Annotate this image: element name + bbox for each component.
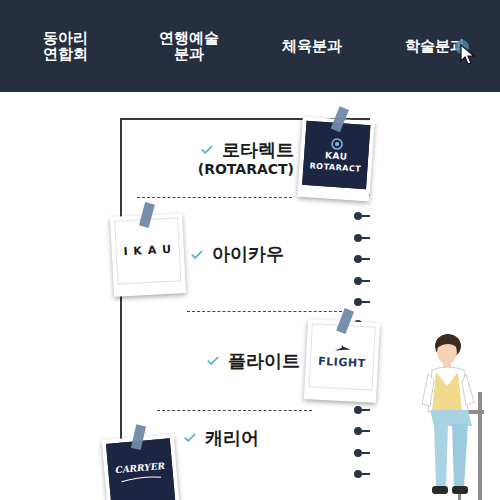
divider	[137, 197, 292, 198]
check-icon	[183, 431, 197, 445]
club-title: 로타렉트(ROTARACT)	[198, 139, 294, 178]
content: 로타렉트(ROTARACT)KAUROTARACTI K A U아이카우플라이트…	[0, 92, 500, 500]
nav-item[interactable]: 동아리 연합회	[4, 30, 127, 63]
wheel-icon	[331, 137, 344, 150]
club-entry[interactable]: 로타렉트(ROTARACT)KAUROTARACT	[122, 120, 370, 197]
club-title: 아이카우	[190, 243, 284, 266]
club-title: 플라이트	[206, 350, 300, 373]
club-photo[interactable]: CARRYER	[102, 434, 181, 500]
club-photo[interactable]: I K A U	[110, 213, 186, 297]
page: 동아리 연합회연행예술 분과체육분과학술분과로타렉트(ROTARACT)KAUR…	[0, 0, 500, 500]
sitting-student-icon	[418, 332, 490, 500]
check-icon	[206, 354, 220, 368]
club-photo[interactable]: FLIGHT	[304, 319, 380, 403]
flight-logo: FLIGHT	[309, 323, 376, 390]
club-entry[interactable]: 플라이트FLIGHT	[122, 312, 370, 410]
notebook: 로타렉트(ROTARACT)KAUROTARACTI K A U아이카우플라이트…	[120, 118, 370, 500]
check-icon	[200, 143, 214, 157]
club-photo[interactable]: KAUROTARACT	[297, 116, 374, 201]
club-entry[interactable]: CARRYER캐리어	[122, 411, 370, 500]
divider	[187, 311, 342, 312]
nav-item[interactable]: 연행예술 분과	[127, 30, 250, 63]
divider	[157, 410, 312, 411]
nav-item[interactable]: 학술분과	[373, 38, 496, 55]
cursor	[455, 40, 477, 66]
nav-item[interactable]: 체육분과	[250, 38, 373, 55]
club-title: 캐리어	[183, 421, 259, 450]
pointer-icon	[460, 44, 476, 66]
club-entry[interactable]: I K A U아이카우	[122, 198, 370, 311]
plane-icon	[334, 345, 351, 356]
student-illustration	[418, 332, 490, 500]
check-icon	[190, 248, 204, 262]
top-nav: 동아리 연합회연행예술 분과체육분과학술분과	[0, 0, 500, 92]
swoosh-icon	[121, 474, 161, 483]
